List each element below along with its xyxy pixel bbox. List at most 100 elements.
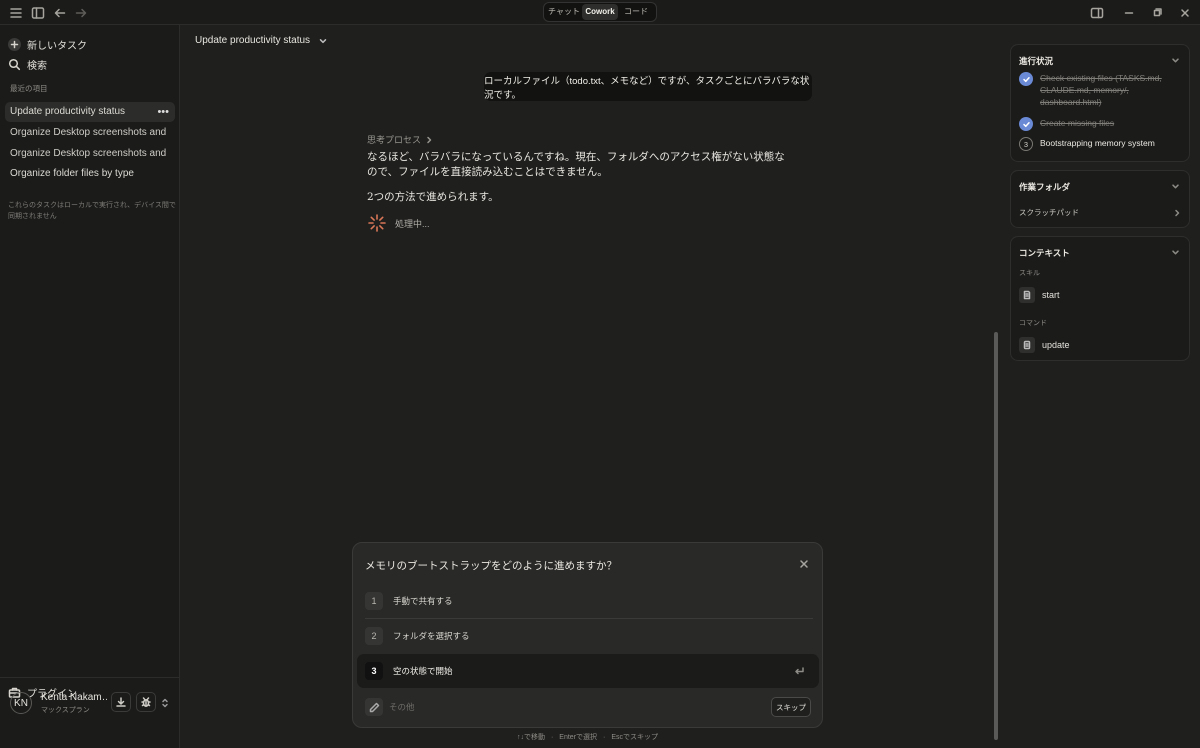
question-panel: メモリのブートストラップをどのように進めますか？ 1 手動で共有する 2 フォル… xyxy=(352,542,823,728)
recent-item[interactable]: Organize Desktop screenshots and xyxy=(5,123,175,143)
scratchpad-item[interactable]: スクラッチパッド xyxy=(1019,207,1181,218)
task-title-dropdown[interactable]: Update productivity status xyxy=(195,35,328,46)
processing-indicator: 処理中... xyxy=(367,213,430,233)
context-title: コンテキスト xyxy=(1019,248,1070,258)
enter-icon xyxy=(793,665,805,677)
recent-item-label: Organize Desktop screenshots and xyxy=(10,148,167,159)
sidebar: 新しいタスク 検索 最近の項目 Update productivity stat… xyxy=(0,25,180,748)
bug-icon[interactable] xyxy=(136,692,156,712)
processing-label: 処理中... xyxy=(395,218,430,229)
new-task-label: 新しいタスク xyxy=(27,41,87,52)
forward-arrow-icon[interactable] xyxy=(73,5,89,21)
mode-switch: チャット Cowork コード xyxy=(543,2,657,22)
folder-title: 作業フォルダ xyxy=(1019,182,1071,192)
search-icon xyxy=(8,58,21,71)
step-text: Create missing files xyxy=(1040,118,1115,128)
progress-step: Check existing files (TASKS.md, CLAUDE.m… xyxy=(1019,72,1170,108)
check-icon xyxy=(1019,72,1033,86)
option-number: 1 xyxy=(365,592,383,610)
recent-item[interactable]: Update productivity status ••• xyxy=(5,102,175,122)
folder-item-label: スクラッチパッド xyxy=(1019,208,1079,217)
option-2[interactable]: 2 フォルダを選択する xyxy=(357,619,819,653)
chevron-right-icon xyxy=(425,136,433,144)
maximize-icon[interactable] xyxy=(1149,5,1165,21)
working-folder-card: 作業フォルダ スクラッチパッド xyxy=(1010,170,1190,228)
recent-item-label: Organize Desktop screenshots and xyxy=(10,127,167,138)
chevron-updown-icon[interactable] xyxy=(160,697,170,709)
option-label: フォルダを選択する xyxy=(393,631,470,641)
assistant-message: なるほど、バラバラになっているんですね。現在、フォルダへのアクセス権がない状態な… xyxy=(367,151,785,178)
file-icon xyxy=(1019,337,1035,353)
sidebar-toggle-icon[interactable] xyxy=(30,5,46,21)
title-bar: チャット Cowork コード xyxy=(0,0,1200,25)
option-number: 3 xyxy=(365,662,383,680)
command-item[interactable]: update xyxy=(1019,337,1070,353)
other-input[interactable] xyxy=(389,698,689,716)
back-arrow-icon[interactable] xyxy=(52,5,68,21)
download-icon[interactable] xyxy=(111,692,131,712)
recents-title: 最近の項目 xyxy=(10,84,48,93)
search-label: 検索 xyxy=(27,61,47,72)
check-icon xyxy=(1019,117,1033,131)
option-1[interactable]: 1 手動で共有する xyxy=(357,584,819,618)
chevron-up-icon[interactable] xyxy=(1171,56,1180,65)
hint-select: Enterで選択 xyxy=(559,734,598,741)
keyboard-hints: ↑↓で移動 · Enterで選択 · Escでスキップ xyxy=(516,734,659,741)
tab-code[interactable]: コード xyxy=(618,4,654,20)
option-label: 空の状態で開始 xyxy=(393,666,453,676)
search-button[interactable]: 検索 xyxy=(8,57,47,72)
skills-label: スキル xyxy=(1019,270,1040,277)
skill-item[interactable]: start xyxy=(1019,287,1060,303)
user-plan: マックスプラン xyxy=(41,707,90,714)
hint-navigate: ↑↓で移動 xyxy=(516,734,545,741)
chevron-down-icon[interactable] xyxy=(1171,182,1180,191)
progress-step: 3 Bootstrapping memory system xyxy=(1019,137,1170,151)
progress-title: 進行状況 xyxy=(1019,56,1054,66)
user-message: ローカルファイル（todo.txt、メモなど）ですが、タスクごとにバラバラな状況… xyxy=(484,72,812,101)
recent-item-label: Update productivity status xyxy=(10,106,126,117)
skill-label: start xyxy=(1042,290,1060,300)
context-card: コンテキスト スキル start コマンド update xyxy=(1010,236,1190,361)
recent-item-label: Organize folder files by type xyxy=(10,168,134,179)
menu-icon[interactable] xyxy=(8,5,24,21)
skip-button[interactable]: スキップ xyxy=(771,697,811,717)
option-3[interactable]: 3 空の状態で開始 xyxy=(357,654,819,688)
tab-chat[interactable]: チャット xyxy=(546,4,582,20)
document-icon xyxy=(1019,287,1035,303)
plus-icon xyxy=(8,38,21,51)
new-task-button[interactable]: 新しいタスク xyxy=(8,37,87,52)
close-window-icon[interactable] xyxy=(1177,5,1193,21)
option-label: 手動で共有する xyxy=(393,596,453,606)
recent-item[interactable]: Organize Desktop screenshots and xyxy=(5,144,175,164)
progress-step: Create missing files xyxy=(1019,117,1170,131)
chevron-right-icon xyxy=(1173,209,1181,217)
avatar[interactable]: KN xyxy=(10,692,32,714)
user-name[interactable]: Kenta Nakam… xyxy=(41,692,107,703)
chevron-down-icon[interactable] xyxy=(1171,248,1180,257)
chevron-down-icon xyxy=(318,36,328,46)
command-label: update xyxy=(1042,340,1070,350)
option-number: 2 xyxy=(365,627,383,645)
panel-toggle-icon[interactable] xyxy=(1089,5,1105,21)
step-text: Check existing files (TASKS.md, CLAUDE.m… xyxy=(1040,73,1162,107)
tab-cowork[interactable]: Cowork xyxy=(582,4,618,20)
recent-item[interactable]: Organize folder files by type xyxy=(5,164,175,184)
scrollbar[interactable] xyxy=(994,332,998,740)
sync-note: これらのタスクはローカルで実行され、デバイス間で同期されません xyxy=(8,202,176,220)
hint-skip: Escでスキップ xyxy=(611,734,659,741)
step-number: 3 xyxy=(1019,137,1033,151)
task-title: Update productivity status xyxy=(195,35,311,46)
step-text: Bootstrapping memory system xyxy=(1040,138,1155,148)
more-options-icon[interactable]: ••• xyxy=(157,102,169,122)
question-title: メモリのブートストラップをどのように進めますか？ xyxy=(365,560,617,572)
pencil-icon xyxy=(365,698,383,716)
commands-label: コマンド xyxy=(1019,320,1047,327)
close-icon[interactable] xyxy=(798,558,810,570)
minimize-icon[interactable] xyxy=(1121,5,1137,21)
divider xyxy=(0,677,180,678)
assistant-message-line: 2つの方法で進められます。 xyxy=(367,191,499,203)
progress-card: 進行状況 Check existing files (TASKS.md, CLA… xyxy=(1010,44,1190,162)
thinking-toggle[interactable]: 思考プロセス xyxy=(367,133,433,146)
spinner-icon xyxy=(367,213,387,233)
thinking-label: 思考プロセス xyxy=(367,135,422,145)
